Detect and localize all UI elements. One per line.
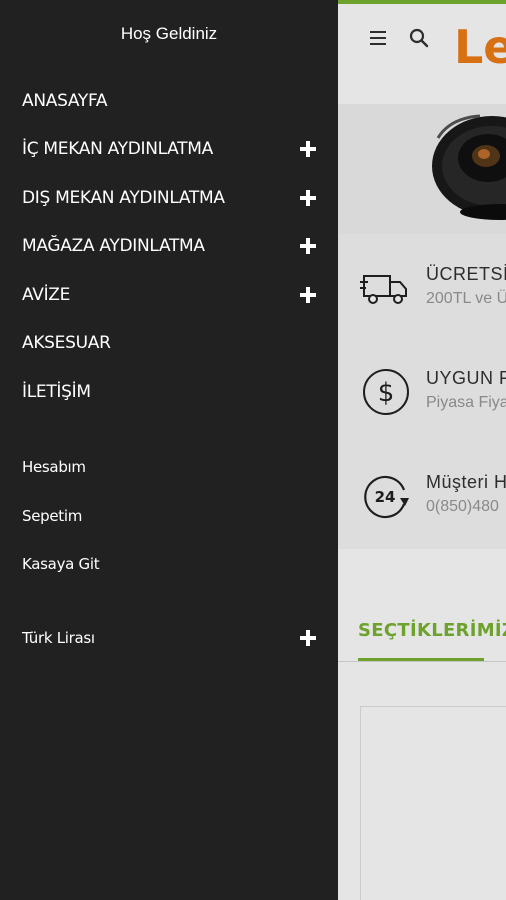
menu-item-label: ANASAYFA xyxy=(22,91,108,111)
menu-item-label: Sepetim xyxy=(22,507,83,525)
menu-item-label: AKSESUAR xyxy=(22,333,111,353)
menu-item-label: MAĞAZA AYDINLATMA xyxy=(22,236,205,256)
menu-item-aksesuar[interactable]: AKSESUAR xyxy=(22,328,322,358)
expand-plus-icon[interactable] xyxy=(299,140,317,158)
menu-item-dis-mekan[interactable]: DIŞ MEKAN AYDINLATMA xyxy=(22,183,322,213)
menu-item-label: Hesabım xyxy=(22,458,86,476)
expand-plus-icon[interactable] xyxy=(299,237,317,255)
currency-label: Türk Lirası xyxy=(22,629,95,647)
menu-item-ic-mekan[interactable]: İÇ MEKAN AYDINLATMA xyxy=(22,134,322,164)
menu-item-label: İÇ MEKAN AYDINLATMA xyxy=(22,139,213,159)
menu-item-hesabim[interactable]: Hesabım xyxy=(22,452,322,482)
menu-item-iletisim[interactable]: İLETİŞİM xyxy=(22,377,322,407)
menu-item-label: AVİZE xyxy=(22,285,71,305)
menu-item-avize[interactable]: AVİZE xyxy=(22,280,322,310)
expand-plus-icon[interactable] xyxy=(299,286,317,304)
menu-item-label: Kasaya Git xyxy=(22,555,100,573)
menu-item-kasaya-git[interactable]: Kasaya Git xyxy=(22,549,322,579)
expand-plus-icon[interactable] xyxy=(299,189,317,207)
menu-item-magaza[interactable]: MAĞAZA AYDINLATMA xyxy=(22,231,322,261)
expand-plus-icon[interactable] xyxy=(299,629,317,647)
menu-item-label: İLETİŞİM xyxy=(22,382,91,402)
currency-selector[interactable]: Türk Lirası xyxy=(22,623,322,653)
navigation-drawer: Hoş Geldiniz ANASAYFA İÇ MEKAN AYDINLATM… xyxy=(0,0,338,900)
menu-item-label: DIŞ MEKAN AYDINLATMA xyxy=(22,188,225,208)
welcome-text: Hoş Geldiniz xyxy=(120,24,218,43)
menu-item-anasayfa[interactable]: ANASAYFA xyxy=(22,86,322,116)
menu-item-sepetim[interactable]: Sepetim xyxy=(22,501,322,531)
